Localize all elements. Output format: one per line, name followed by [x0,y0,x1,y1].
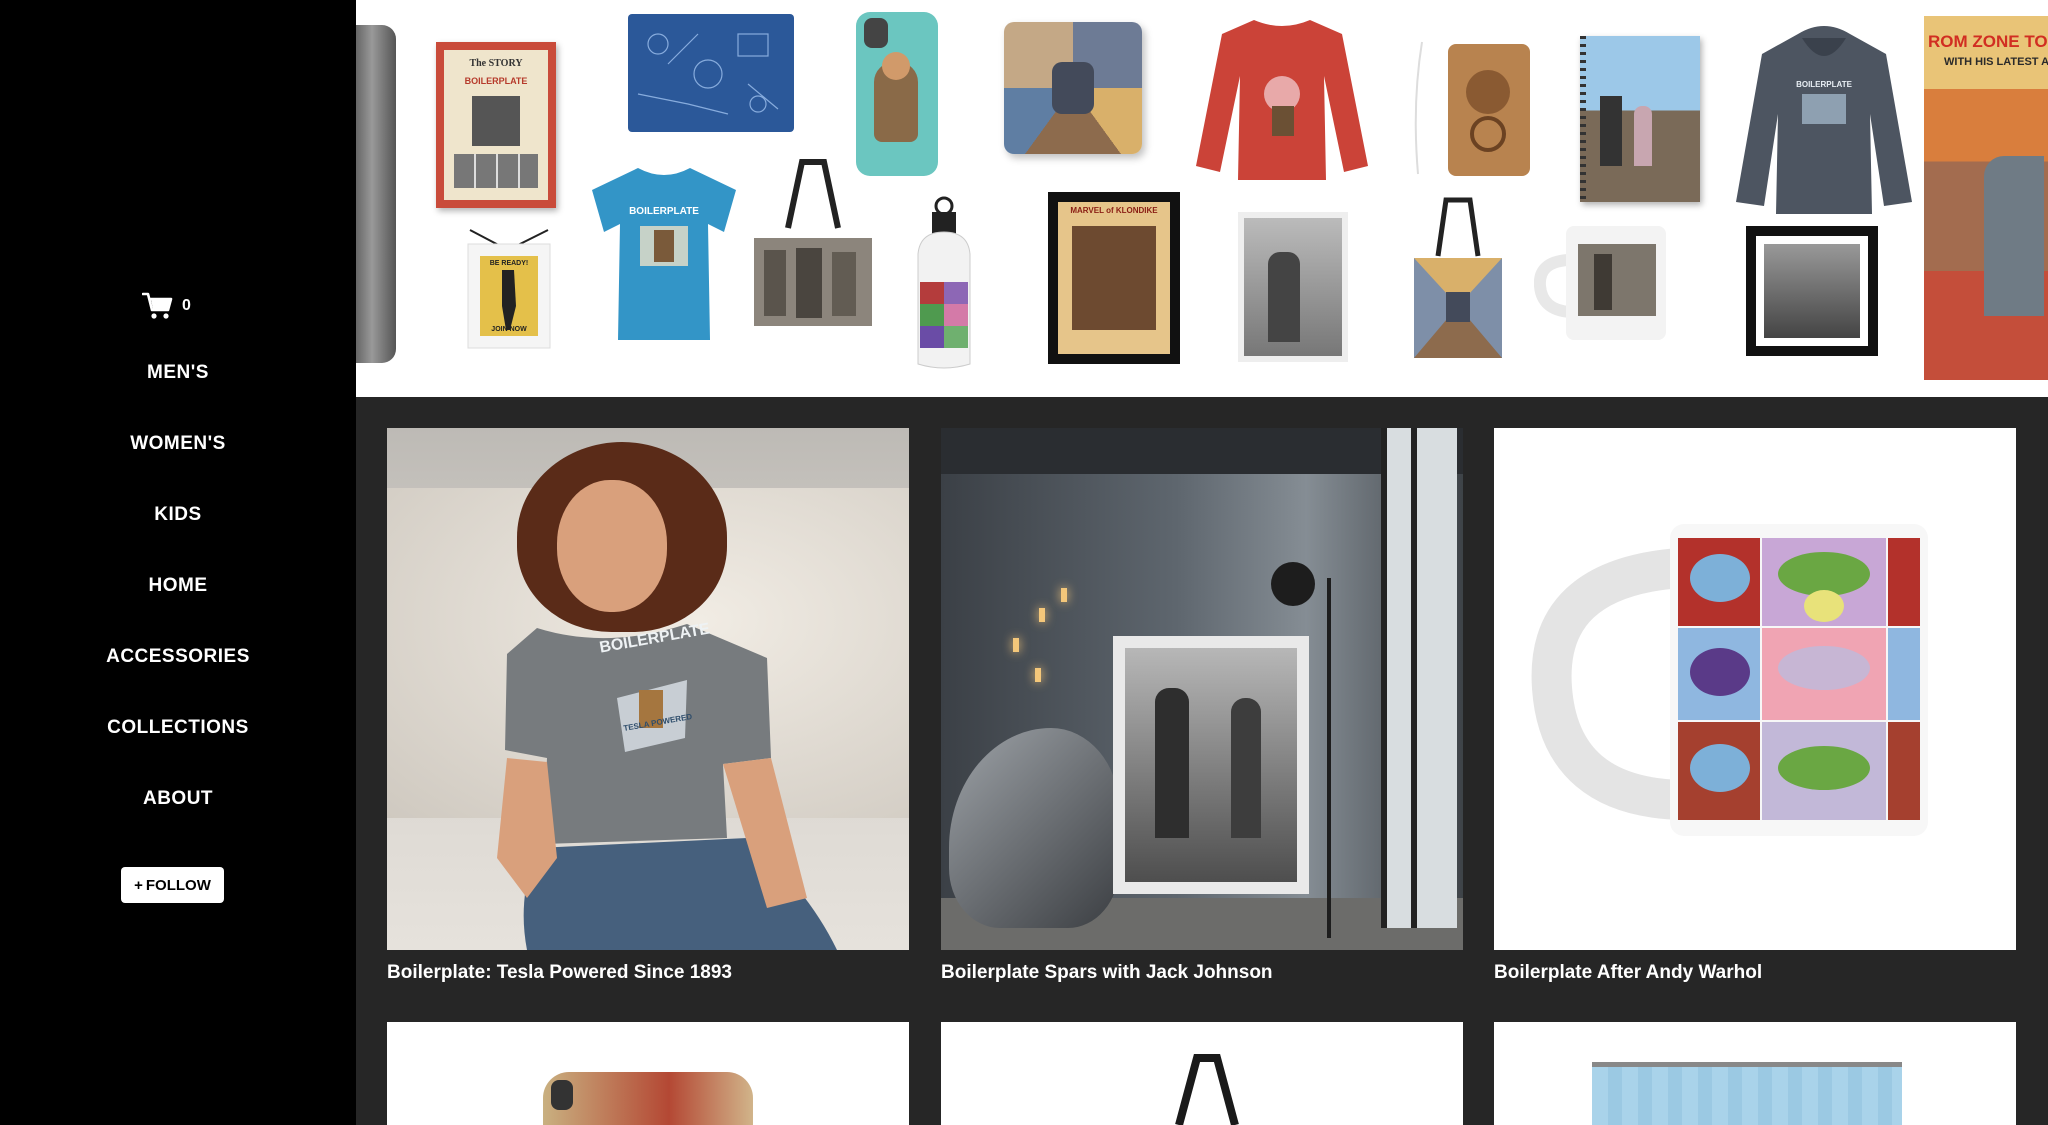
banner-bag-line1: BE READY! [489,260,529,267]
product-card-partial[interactable] [941,1022,1463,1125]
banner-bag-line2: JOIN NOW [491,326,527,333]
banner-phone-case[interactable] [856,12,938,176]
banner-tshirt[interactable]: BOILERPLATE [584,164,744,344]
banner-tote-photo[interactable] [748,158,878,330]
banner-book-line2: BOILERPLATE [464,76,528,86]
banner-pillow[interactable] [1004,22,1142,154]
banner-laundry-bag[interactable] [1408,34,1536,184]
nav-about[interactable]: ABOUT [0,788,356,810]
banner-tshirt-text: BOILERPLATE [629,206,699,217]
product-title[interactable]: Boilerplate After Andy Warhol [1494,962,2048,984]
product-title[interactable]: Boilerplate: Tesla Powered Since 1893 [387,962,987,984]
banner-photo-sliver[interactable] [356,25,396,363]
follow-label: FOLLOW [145,876,211,894]
banner-drawstring-bag[interactable]: BE READY! JOIN NOW [462,226,556,352]
banner-photo-print[interactable] [1238,212,1348,362]
banner-poster-text: MARVEL of KLONDIKE [1070,206,1158,215]
product-card-partial[interactable] [387,1022,909,1125]
banner-book-line1: The STORY [469,58,523,69]
cart-count: 0 [182,297,191,314]
product-image[interactable] [941,428,1463,950]
banner-comic-text: ROM ZONE TO ZO [1928,32,2048,51]
banner-notebook[interactable]: The STORY BOILERPLATE [436,42,556,208]
product-image[interactable]: BOILERPLATE TESLA POWERED [387,428,909,950]
banner-framed-photo[interactable] [1746,226,1878,356]
plus-icon: + [134,876,143,894]
banner-hoodie-text: BOILERPLATE [1796,80,1852,89]
nav-collections[interactable]: COLLECTIONS [0,717,356,739]
banner-hoodie[interactable]: BOILERPLATE [1732,24,1916,214]
nav-womens[interactable]: WOMEN'S [0,433,356,455]
product-banner[interactable]: The STORY BOILERPLATE BOILERPLATE ROM ZO… [356,0,2048,397]
product-card-partial[interactable] [1494,1022,2016,1125]
banner-framed-poster[interactable]: MARVEL of KLONDIKE [1048,192,1180,364]
banner-comic-curtain[interactable]: ROM ZONE TO ZO WITH HIS LATEST AIR-S [1924,16,2048,380]
nav-kids[interactable]: KIDS [0,504,356,526]
product-title[interactable]: Boilerplate Spars with Jack Johnson [941,962,1541,984]
banner-tote-geometric[interactable] [1410,196,1506,362]
product-image[interactable] [1494,428,2016,950]
banner-comic-sub: WITH HIS LATEST AIR-S [1944,56,2048,68]
cart-button[interactable]: 0 [142,291,191,321]
nav-home[interactable]: HOME [0,575,356,597]
sidebar: 0 MEN'S WOMEN'S KIDS HOME ACCESSORIES CO… [0,0,356,1125]
banner-spiral-notebook[interactable] [1580,36,1700,202]
banner-longsleeve[interactable] [1192,16,1372,184]
banner-mug-photo[interactable] [1534,220,1670,346]
cart-icon [142,291,174,321]
nav-mens[interactable]: MEN'S [0,362,356,384]
banner-water-bottle[interactable] [912,196,976,370]
banner-pouch[interactable] [628,14,794,132]
nav-accessories[interactable]: ACCESSORIES [0,646,356,668]
follow-button[interactable]: + FOLLOW [121,867,224,903]
